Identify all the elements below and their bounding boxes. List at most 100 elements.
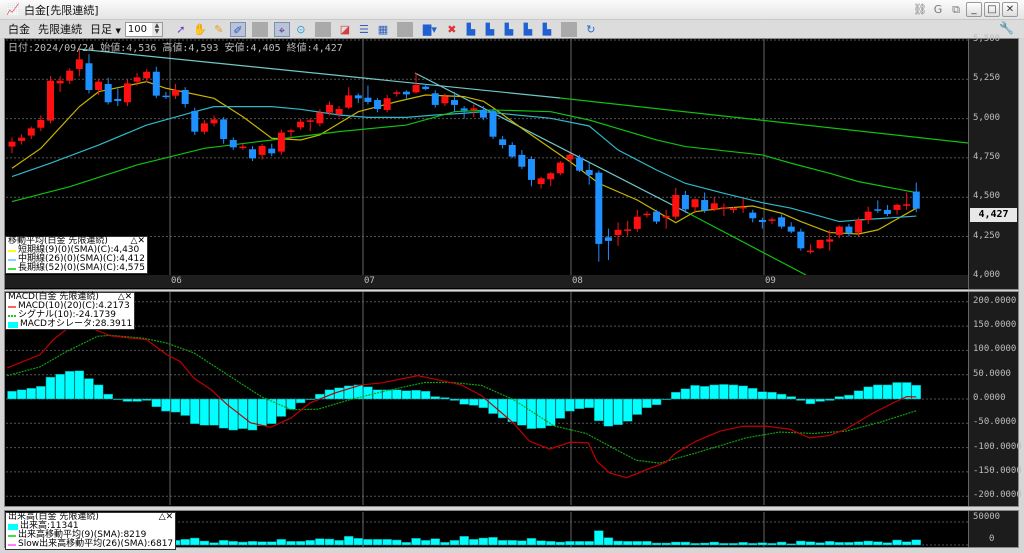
pointer-icon[interactable]: ➚ — [173, 22, 189, 37]
bar-count-input[interactable]: 100 ▲ ▼ — [124, 21, 163, 37]
period-dropdown[interactable]: 日足 ▼ — [90, 21, 121, 37]
chart-5-icon[interactable]: ▙ — [539, 22, 555, 37]
oscillator-bar — [661, 398, 671, 401]
oscillator-bar — [786, 396, 796, 400]
candle-body — [441, 96, 449, 104]
volume-bar — [661, 542, 671, 546]
commodity-selector[interactable]: 白金 — [8, 21, 30, 37]
chart-4-icon[interactable]: ▙ — [520, 22, 536, 37]
chevron-down-icon: ▼ — [115, 27, 121, 35]
volume-legend[interactable]: 出来高(白金 先限連続) △✕ 出来高:11341 出来高移動平均(9)(SMA)… — [5, 512, 177, 550]
candle-body — [114, 98, 122, 101]
volume-bar — [276, 539, 287, 546]
oscillator-bar — [26, 388, 36, 400]
close-button[interactable]: ✕ — [1002, 2, 1018, 17]
macd-tick-label: -200.0000 — [973, 490, 1022, 501]
macd-tick-label: 100.0000 — [973, 344, 1017, 355]
candle-body — [643, 213, 651, 216]
volume-bar — [218, 540, 229, 546]
candle-body — [316, 112, 324, 124]
volume-bar — [324, 538, 335, 546]
oscillator-bar — [565, 398, 575, 412]
pencil-icon[interactable]: ✎ — [211, 22, 227, 37]
oscillator-bar — [440, 397, 450, 400]
oscillator-bar — [93, 384, 104, 400]
minimize-button[interactable]: _ — [966, 2, 982, 17]
contract-selector[interactable]: 先限連続 — [38, 21, 82, 37]
candle-body — [662, 216, 670, 218]
grid-icon[interactable]: ☰ — [356, 22, 372, 37]
candle-body — [95, 81, 103, 90]
volume-bar — [238, 541, 248, 546]
price-tick-label: 4,750 — [973, 151, 1001, 162]
candle-body — [855, 219, 863, 233]
volume-bar — [757, 542, 768, 546]
volume-bar — [565, 541, 575, 546]
scroll-up-icon[interactable]: ⊙ — [293, 22, 309, 37]
candle-body — [104, 84, 112, 103]
volume-bar — [199, 540, 210, 546]
link-icon[interactable]: ⛓ — [912, 2, 928, 17]
volume-bar — [882, 542, 893, 546]
ma-mid-line — [11, 106, 917, 223]
oscillator-bar — [161, 398, 171, 412]
candle-body — [604, 237, 612, 241]
chart-2-icon[interactable]: ▙ — [482, 22, 498, 37]
chart-1-icon[interactable]: ▙ — [463, 22, 479, 37]
oscillator-bar — [719, 384, 729, 400]
oscillator-bar — [469, 398, 479, 406]
candle-body — [37, 120, 45, 128]
candle-body — [335, 109, 343, 115]
price-tick-label: 4,000 — [973, 269, 1001, 280]
oscillator-bar — [747, 388, 758, 400]
volume-bar — [603, 537, 614, 546]
hand-icon[interactable]: ✋ — [192, 22, 208, 37]
draw-tool-icon[interactable]: ✐ — [229, 21, 246, 37]
trendline — [687, 212, 807, 275]
date-axis: 06 07 08 09 — [5, 275, 968, 288]
macd-tick-label: 200.0000 — [973, 295, 1017, 306]
candle-body — [200, 123, 208, 132]
delete-chart-icon[interactable]: ✖ — [444, 22, 460, 37]
oscillator-bar — [603, 398, 614, 427]
candle-body — [210, 119, 218, 124]
candle-body — [8, 141, 16, 147]
current-price-label: 4,427 — [970, 208, 1017, 222]
price-chart[interactable] — [6, 38, 968, 275]
volume-bar — [911, 539, 922, 546]
volume-bar — [401, 542, 412, 546]
volume-bar — [632, 541, 643, 546]
ma-short-swatch — [8, 249, 16, 252]
macd-legend[interactable]: MACD(白金 先限連続) △✕ MACD(10)(20)(C):4.2173 シ… — [5, 292, 136, 330]
copy-window-icon[interactable]: ⧉ — [948, 2, 964, 17]
reload-icon[interactable]: G — [930, 2, 946, 17]
maximize-button[interactable]: □ — [984, 2, 1000, 17]
chart-window-icon[interactable]: ◪ — [337, 22, 353, 37]
candle-body — [229, 139, 237, 148]
candle-body — [585, 170, 593, 176]
macd-chart[interactable] — [6, 292, 968, 505]
volume-bar — [392, 539, 402, 546]
candle-body — [393, 92, 401, 94]
spin-arrows[interactable]: ▲ ▼ — [151, 22, 162, 36]
volume-bar — [613, 540, 623, 546]
candle-body — [701, 200, 709, 211]
volume-tick-label: 0 — [989, 534, 995, 544]
oscillator-bar — [257, 398, 267, 426]
bar-chart-dropdown-icon[interactable]: ▇▾ — [419, 22, 441, 37]
crosshair-icon[interactable]: ⌖ — [273, 21, 290, 37]
grid-large-icon[interactable]: ▦ — [375, 22, 391, 37]
refresh-icon[interactable]: ↻ — [583, 22, 599, 37]
candle-body — [297, 121, 305, 128]
volume-bar — [228, 541, 239, 546]
wrench-icon[interactable]: 🔧 — [999, 21, 1014, 35]
candle-body — [181, 89, 189, 104]
legend-controls-icon[interactable]: △✕ — [159, 513, 173, 522]
volume-bar — [497, 540, 508, 546]
volume-bar — [709, 541, 720, 546]
ma-legend[interactable]: 移動平均(白金 先限連続) △✕ 短期線(9)(0)(SMA)(C):4,430 … — [5, 236, 148, 274]
signal-swatch — [8, 314, 16, 317]
volume-bar — [680, 541, 691, 546]
chart-3-icon[interactable]: ▙ — [501, 22, 517, 37]
volume-bar — [776, 541, 787, 546]
